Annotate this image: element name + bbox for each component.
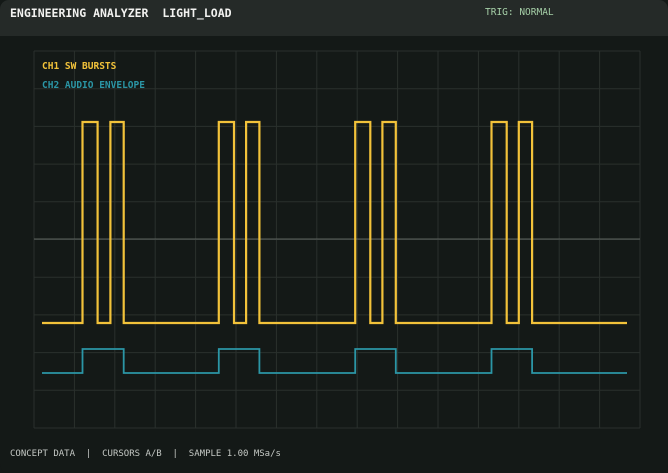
analyzer-title: ENGINEERING ANALYZER LIGHT_LOAD xyxy=(10,6,232,20)
trigger-status: TRIG: NORMAL xyxy=(485,7,554,18)
title-bar: ENGINEERING ANALYZER LIGHT_LOAD TRIG: NO… xyxy=(0,0,668,36)
status-footer: CONCEPT DATA | CURSORS A/B | SAMPLE 1.00… xyxy=(10,449,281,459)
ch1-trace xyxy=(42,120,627,325)
legend-ch1: CH1 SW BURSTS xyxy=(42,61,117,72)
analyzer-window: ENGINEERING ANALYZER LIGHT_LOAD TRIG: NO… xyxy=(0,0,668,473)
scope-display: CH1 SW BURSTS CH2 AUDIO ENVELOPE xyxy=(33,50,641,429)
legend-ch2: CH2 AUDIO ENVELOPE xyxy=(42,80,145,91)
